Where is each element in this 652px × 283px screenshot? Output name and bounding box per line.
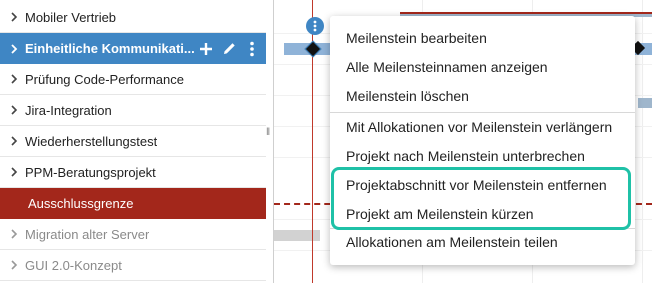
gantt-bar-overlay [400, 12, 652, 14]
menu-item-allokationen-teilen[interactable]: Allokationen am Meilenstein teilen [330, 228, 635, 257]
project-row-ppm-beratungsprojekt[interactable]: PPM-Beratungsprojekt [0, 157, 266, 188]
project-row-mobiler-vertrieb[interactable]: Mobiler Vertrieb [0, 2, 266, 33]
menu-item-meilenstein-bearbeiten[interactable]: Meilenstein bearbeiten [330, 24, 635, 53]
milestone-menu-button[interactable] [306, 17, 324, 35]
menu-item-alle-meilensteinnamen-anzeigen[interactable]: Alle Meilensteinnamen anzeigen [330, 53, 635, 82]
chevron-right-icon[interactable] [9, 167, 19, 177]
row-actions [198, 33, 260, 64]
cutoff-row-ausschlussgrenze[interactable]: Ausschlussgrenze [0, 188, 266, 219]
project-label: Prüfung Code-Performance [25, 71, 184, 87]
more-vertical-icon [313, 20, 317, 32]
project-label: PPM-Beratungsprojekt [25, 164, 156, 180]
project-label: Mobiler Vertrieb [25, 9, 117, 25]
cutoff-label: Ausschlussgrenze [28, 196, 134, 211]
chevron-right-icon[interactable] [9, 12, 19, 22]
more-vertical-icon[interactable] [244, 41, 260, 57]
plus-icon[interactable] [198, 41, 214, 57]
chevron-right-icon[interactable] [9, 260, 19, 270]
gantt-bar[interactable] [638, 98, 652, 108]
chevron-right-icon[interactable] [9, 105, 19, 115]
project-row-migration-alter-server[interactable]: Migration alter Server [0, 219, 266, 250]
project-row-jira-integration[interactable]: Jira-Integration [0, 95, 266, 126]
menu-item-mit-allokationen-verlaengern[interactable]: Mit Allokationen vor Meilenstein verläng… [330, 113, 635, 142]
project-label: Migration alter Server [25, 226, 150, 242]
project-row-wiederherstellungstest[interactable]: Wiederherstellungstest [0, 126, 266, 157]
project-row-gui-konzept[interactable]: GUI 2.0-Konzept [0, 250, 266, 281]
pencil-icon[interactable] [221, 41, 237, 57]
chevron-right-icon[interactable] [9, 229, 19, 239]
project-label: Jira-Integration [25, 102, 112, 118]
project-label: Wiederherstellungstest [25, 133, 158, 149]
resize-grip-icon[interactable]: ‖ [266, 128, 272, 138]
chevron-right-icon[interactable] [9, 43, 19, 54]
project-label: GUI 2.0-Konzept [25, 257, 122, 273]
project-sidebar: Mobiler Vertrieb Einheitliche Kommunikat… [0, 0, 266, 283]
project-row-pruefung-code-performance[interactable]: Prüfung Code-Performance [0, 64, 266, 95]
gantt-bar-muted[interactable] [274, 230, 320, 241]
chevron-right-icon[interactable] [9, 74, 19, 84]
menu-item-meilenstein-loeschen[interactable]: Meilenstein löschen [330, 82, 635, 111]
highlight-frame [331, 167, 631, 230]
chevron-right-icon[interactable] [9, 136, 19, 146]
project-label: Einheitliche Kommunikati... [25, 41, 195, 56]
project-row-einheitliche-kommunikation[interactable]: Einheitliche Kommunikati... [0, 33, 266, 64]
